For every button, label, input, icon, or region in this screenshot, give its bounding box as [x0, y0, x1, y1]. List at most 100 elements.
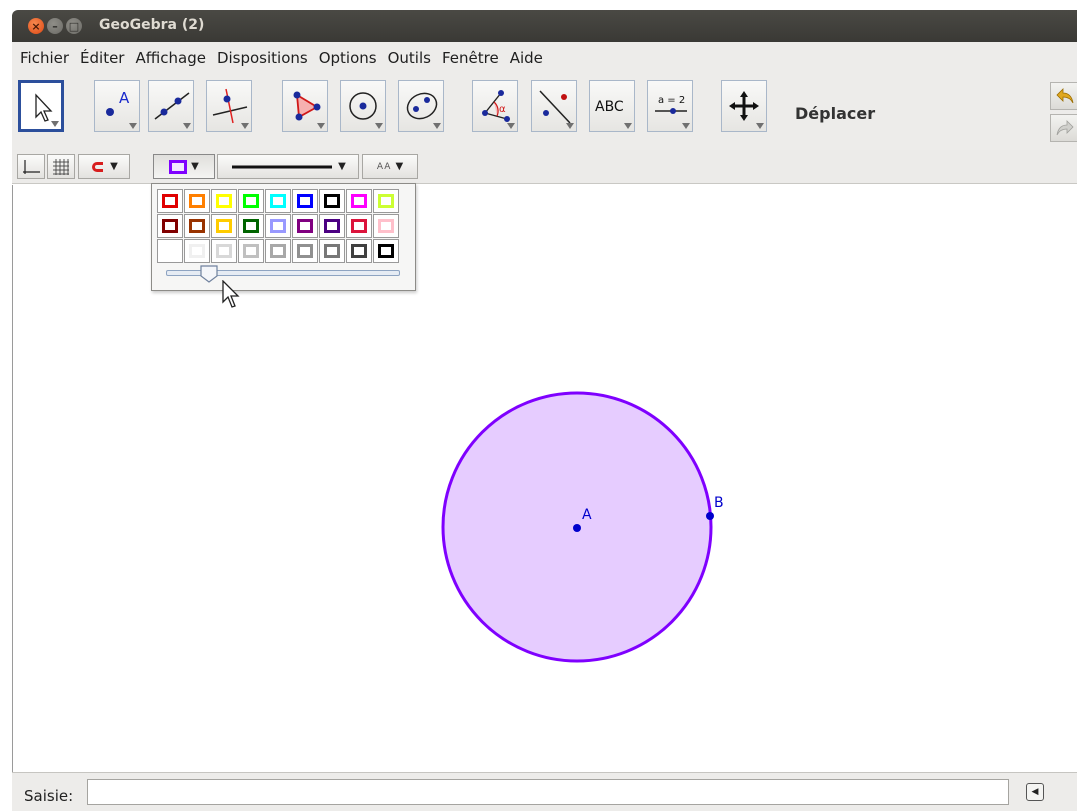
color-dropdown[interactable]: ▼ [153, 154, 215, 179]
color-icon [169, 159, 188, 174]
undo-button[interactable] [1050, 82, 1077, 110]
close-window-button[interactable]: × [28, 18, 44, 34]
color-swatch[interactable] [373, 214, 399, 238]
redo-button[interactable] [1050, 114, 1077, 142]
svg-text:a = 2: a = 2 [658, 95, 685, 106]
color-swatch[interactable] [292, 189, 318, 213]
swatch-color-fill [162, 194, 178, 208]
line-style-icon [232, 165, 333, 168]
swatch-color-fill [270, 219, 286, 233]
title-bar: × – □ GeoGebra (2) [12, 10, 1077, 42]
conic-tool-button[interactable] [398, 80, 444, 132]
color-swatch[interactable] [319, 189, 345, 213]
grid-icon [53, 158, 69, 175]
swatch-color-fill [297, 244, 313, 258]
color-swatch[interactable] [238, 189, 264, 213]
menu-aide[interactable]: Aide [510, 49, 543, 67]
color-swatch[interactable] [292, 214, 318, 238]
undo-icon [1056, 88, 1074, 104]
circle-center-point-icon [349, 92, 377, 120]
point-a[interactable] [573, 524, 581, 532]
slider-icon: a = 2 [655, 95, 687, 114]
color-swatch[interactable] [211, 189, 237, 213]
swatch-color-fill [270, 244, 286, 258]
menu-bar: Fichier Éditer Affichage Dispositions Op… [12, 42, 1077, 74]
line-through-two-points-icon [154, 92, 190, 120]
svg-text:α: α [499, 104, 506, 115]
color-swatch[interactable] [265, 239, 291, 263]
menu-fichier[interactable]: Fichier [20, 49, 69, 67]
move-tool-button[interactable] [18, 80, 64, 132]
color-swatch[interactable] [319, 239, 345, 263]
color-swatch[interactable] [238, 239, 264, 263]
perpendicular-line-tool-button[interactable] [206, 80, 252, 132]
swatch-color-fill [189, 219, 205, 233]
text-tool-button[interactable]: ABC [589, 80, 635, 132]
text-size-dropdown[interactable]: AA ▼ [362, 154, 418, 179]
color-swatch[interactable] [157, 189, 183, 213]
line-tool-button[interactable] [148, 80, 194, 132]
circle-center-point-tool-button[interactable] [340, 80, 386, 132]
chevron-down-icon: ▼ [191, 161, 199, 172]
swatch-color-fill [162, 244, 178, 258]
input-help-button[interactable]: ◀ [1026, 783, 1044, 801]
color-swatch[interactable] [346, 239, 372, 263]
opacity-slider-thumb[interactable] [200, 265, 218, 283]
color-swatch[interactable] [346, 214, 372, 238]
color-swatch[interactable] [373, 189, 399, 213]
color-swatch[interactable] [319, 214, 345, 238]
color-swatch[interactable] [238, 214, 264, 238]
swatch-color-fill [243, 219, 259, 233]
swatch-color-fill [297, 219, 313, 233]
menu-affichage[interactable]: Affichage [135, 49, 205, 67]
swatch-color-fill [378, 219, 394, 233]
text-size-label: AA [376, 161, 392, 172]
swatch-color-fill [243, 194, 259, 208]
menu-editer[interactable]: Éditer [80, 49, 124, 67]
menu-fenetre[interactable]: Fenêtre [442, 49, 499, 67]
menu-options[interactable]: Options [319, 49, 377, 67]
swatch-color-fill [378, 244, 394, 258]
axes-icon [23, 159, 40, 174]
polygon-icon [293, 91, 321, 121]
color-swatch[interactable] [211, 239, 237, 263]
move-graphics-tool-button[interactable] [721, 80, 767, 132]
color-swatch[interactable] [211, 214, 237, 238]
point-b-label: B [714, 495, 724, 511]
color-swatch[interactable] [265, 214, 291, 238]
point-capture-dropdown[interactable]: ▼ [78, 154, 130, 179]
reflect-tool-button[interactable] [531, 80, 577, 132]
toggle-axes-button[interactable] [17, 154, 45, 179]
maximize-window-button[interactable]: □ [66, 18, 82, 34]
color-swatch[interactable] [184, 239, 210, 263]
color-swatch[interactable] [157, 239, 183, 263]
minimize-window-button[interactable]: – [47, 18, 63, 34]
color-swatch[interactable] [265, 189, 291, 213]
point-b[interactable] [706, 512, 714, 520]
menu-dispositions[interactable]: Dispositions [217, 49, 308, 67]
color-swatch[interactable] [184, 189, 210, 213]
magnet-icon [92, 161, 104, 172]
color-swatch[interactable] [292, 239, 318, 263]
menu-outils[interactable]: Outils [388, 49, 431, 67]
move-graphics-view-icon [729, 91, 759, 121]
swatch-color-fill [297, 194, 313, 208]
point-tool-button[interactable]: A [94, 80, 140, 132]
line-style-dropdown[interactable]: ▼ [217, 154, 359, 179]
swatch-color-fill [216, 219, 232, 233]
color-swatch[interactable] [373, 239, 399, 263]
slider-tool-button[interactable]: a = 2 [647, 80, 693, 132]
color-swatch[interactable] [184, 214, 210, 238]
color-swatch[interactable] [157, 214, 183, 238]
active-tool-label: Déplacer [795, 104, 876, 123]
style-bar: ▼ ▼ ▼ AA ▼ [12, 150, 1077, 184]
polygon-tool-button[interactable] [282, 80, 328, 132]
color-swatch[interactable] [346, 189, 372, 213]
point-icon: A [106, 89, 130, 116]
input-bar: Saisie: ◀ [12, 772, 1077, 811]
input-field[interactable] [87, 779, 1009, 805]
angle-icon: α [482, 90, 510, 122]
swatch-color-fill [189, 194, 205, 208]
angle-tool-button[interactable]: α [472, 80, 518, 132]
toggle-grid-button[interactable] [47, 154, 75, 179]
